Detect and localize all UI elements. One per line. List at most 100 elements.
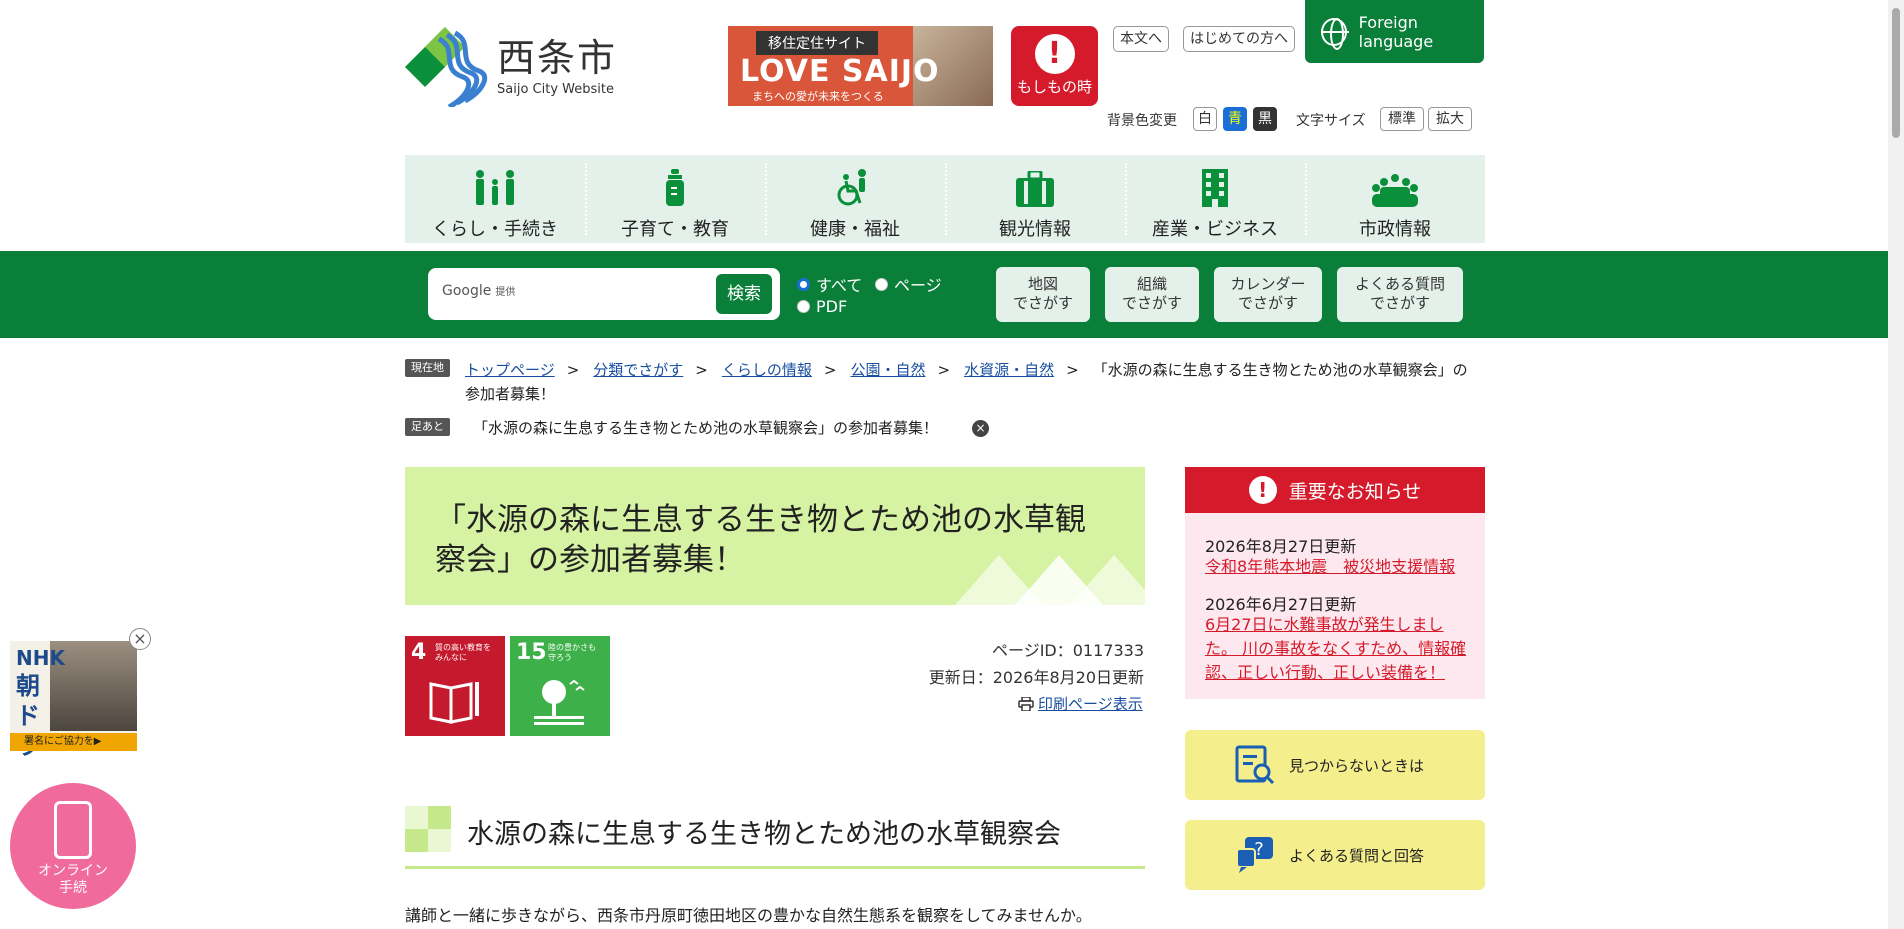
foreign-language-label: Foreign language <box>1358 12 1434 51</box>
print-link[interactable]: 印刷ページ表示 <box>1018 693 1143 714</box>
radio-page[interactable]: ページ <box>875 272 942 296</box>
citizens-icon <box>1305 167 1485 207</box>
section-heading: 水源の森に生息する生き物とため池の水草観察会 <box>405 804 1145 869</box>
breadcrumb-label: 現在地 <box>405 359 450 377</box>
online-procedure-button[interactable]: オンライン 手続 <box>10 783 136 909</box>
heading-decor-icon <box>405 806 451 852</box>
notice-link[interactable]: 令和8年熊本地震 被災地支援情報 <box>1205 555 1470 579</box>
google-label: Google 提供 <box>442 283 516 299</box>
nav-item-childcare[interactable]: 子育て・教育 <box>585 155 765 243</box>
font-standard-button[interactable]: 標準 <box>1380 107 1424 131</box>
radio-pdf[interactable]: PDF <box>797 297 847 316</box>
search-button[interactable]: 検索 <box>716 274 772 314</box>
site-logo[interactable]: 西条市 Saijo City Website <box>405 25 617 107</box>
radio-label: すべて <box>816 276 863 295</box>
breadcrumb-link[interactable]: くらしの情報 <box>722 361 812 379</box>
faq-label: よくある質問と回答 <box>1289 846 1425 865</box>
nav-item-living[interactable]: くらし・手続き <box>405 155 585 243</box>
lead-paragraph: 講師と一緒に歩きながら、西条市丹原町徳田地区の豊かな自然生態系を観察をしてみませ… <box>405 906 1092 925</box>
baby-bottle-icon <box>585 167 765 207</box>
wheelchair-icon <box>765 167 945 207</box>
online-label: オンライン <box>38 863 108 879</box>
love-saijo-banner[interactable]: 移住定住サイト LOVE SAIJO まちへの愛が未来をつくる <box>728 26 993 106</box>
nav-label: 健康・福祉 <box>810 219 900 240</box>
notice-link[interactable]: 6月27日に水難事故が発生しました。 川の事故をなくすため、情報確認、正しい行動… <box>1205 613 1470 685</box>
online-label: 手続 <box>59 880 87 896</box>
font-large-button[interactable]: 拡大 <box>1428 107 1472 131</box>
sdg-text: 陸の豊かさも 守ろう <box>548 643 596 662</box>
site-name: 西条市 <box>497 35 618 80</box>
nav-label: くらし・手続き <box>432 219 558 240</box>
page-title: 「水源の森に生息する生き物とため池の水草観察会」の参加者募集！ <box>435 502 1086 578</box>
tree-icon <box>534 679 585 725</box>
scrollbar-thumb[interactable] <box>1892 8 1900 138</box>
not-found-label: 見つからないときは <box>1289 756 1425 775</box>
global-nav: くらし・手続き 子育て・教育 健康・福祉 観光情報 産業・ビジネス 市政情報 <box>405 155 1485 243</box>
sdg-4-badge: 4 質の高い教育を みんなに <box>405 636 505 736</box>
exclamation-icon: ! <box>1034 34 1075 74</box>
bg-blue-button[interactable]: 青 <box>1223 107 1247 131</box>
search-box[interactable]: Google 提供 検索 <box>428 268 780 320</box>
nav-item-tourism[interactable]: 観光情報 <box>945 155 1125 243</box>
printer-icon <box>1018 696 1034 711</box>
radio-label: PDF <box>816 297 848 316</box>
print-label[interactable]: 印刷ページ表示 <box>1038 693 1143 714</box>
footprint-link[interactable]: 「水源の森に生息する生き物とため池の水草観察会」の参加者募集！ <box>473 417 938 438</box>
nhk-signature-label: 署名にご協力を▶ <box>10 733 137 751</box>
city-logo-icon <box>405 27 488 107</box>
search-document-icon <box>1235 745 1275 785</box>
nav-item-business[interactable]: 産業・ビジネス <box>1125 155 1305 243</box>
bg-white-button[interactable]: 白 <box>1193 107 1217 131</box>
page-id: ページID：0117333 <box>992 641 1144 660</box>
sdg-number: 15 <box>516 640 547 665</box>
radio-icon <box>875 277 888 291</box>
emergency-button[interactable]: ! もしもの時 <box>1011 26 1098 106</box>
close-icon[interactable]: × <box>972 420 989 437</box>
radio-selected-icon <box>797 277 810 291</box>
notice-date: 2026年6月27日更新 <box>1205 595 1357 614</box>
breadcrumb-link[interactable]: トップページ <box>465 361 555 379</box>
exclamation-icon: ! <box>1248 476 1277 504</box>
page-scrollbar[interactable] <box>1888 0 1904 929</box>
family-icon <box>405 167 585 207</box>
sdg-number: 4 <box>411 640 427 665</box>
font-size-label: 文字サイズ <box>1296 113 1366 129</box>
nav-label: 子育て・教育 <box>621 219 729 240</box>
smartphone-icon <box>54 801 92 859</box>
nav-label: 産業・ビジネス <box>1152 219 1278 240</box>
search-by-organization-button[interactable]: 組織 でさがす <box>1105 267 1199 322</box>
breadcrumb: トップページ > 分類でさがす > くらしの情報 > 公園・自然 > 水資源・自然 > 「水源の森に… <box>465 361 1468 403</box>
search-by-map-button[interactable]: 地図 でさがす <box>996 267 1090 322</box>
search-band <box>0 251 1888 338</box>
not-found-button[interactable]: 見つからないときは <box>1185 730 1485 800</box>
sdg-15-badge: 15 陸の豊かさも 守ろう <box>510 636 610 736</box>
nhk-label: NHK <box>16 646 65 670</box>
building-icon <box>1125 167 1305 207</box>
radio-all[interactable]: すべて <box>797 272 862 296</box>
nav-label: 市政情報 <box>1359 219 1431 240</box>
emergency-label: もしもの時 <box>1016 78 1092 96</box>
faq-button[interactable]: ? よくある質問と回答 <box>1185 820 1485 890</box>
bg-black-button[interactable]: 黒 <box>1253 107 1277 131</box>
banner-top-label: 移住定住サイト <box>756 31 878 55</box>
banner-sub-label: まちへの愛が未来をつくる <box>752 90 884 103</box>
sdg-text: 質の高い教育を みんなに <box>435 643 491 662</box>
nav-item-health[interactable]: 健康・福祉 <box>765 155 945 243</box>
radio-label: ページ <box>894 276 942 295</box>
search-by-faq-button[interactable]: よくある質問 でさがす <box>1337 267 1463 322</box>
nav-item-government[interactable]: 市政情報 <box>1305 155 1485 243</box>
breadcrumb-link[interactable]: 水資源・自然 <box>964 361 1054 379</box>
section-heading-text: 水源の森に生息する生き物とため池の水草観察会 <box>467 819 1061 850</box>
close-banner-icon[interactable]: × <box>129 628 151 650</box>
nhk-asadora-banner[interactable]: NHK 朝ドラ 署名にご協力を▶ <box>10 641 137 760</box>
first-time-link[interactable]: はじめての方へ <box>1183 26 1295 52</box>
search-by-calendar-button[interactable]: カレンダー でさがす <box>1214 267 1322 322</box>
foreign-language-button[interactable]: Foreign language <box>1305 0 1484 63</box>
globe-icon <box>1321 17 1349 50</box>
breadcrumb-link[interactable]: 公園・自然 <box>850 361 925 379</box>
breadcrumb-link[interactable]: 分類でさがす <box>593 361 683 379</box>
notice-title: 重要なお知らせ <box>1288 480 1422 503</box>
skip-to-content-link[interactable]: 本文へ <box>1113 26 1169 52</box>
radio-icon <box>797 300 810 313</box>
page: 西条市 Saijo City Website 移住定住サイト LOVE SAIJ… <box>0 0 1904 929</box>
